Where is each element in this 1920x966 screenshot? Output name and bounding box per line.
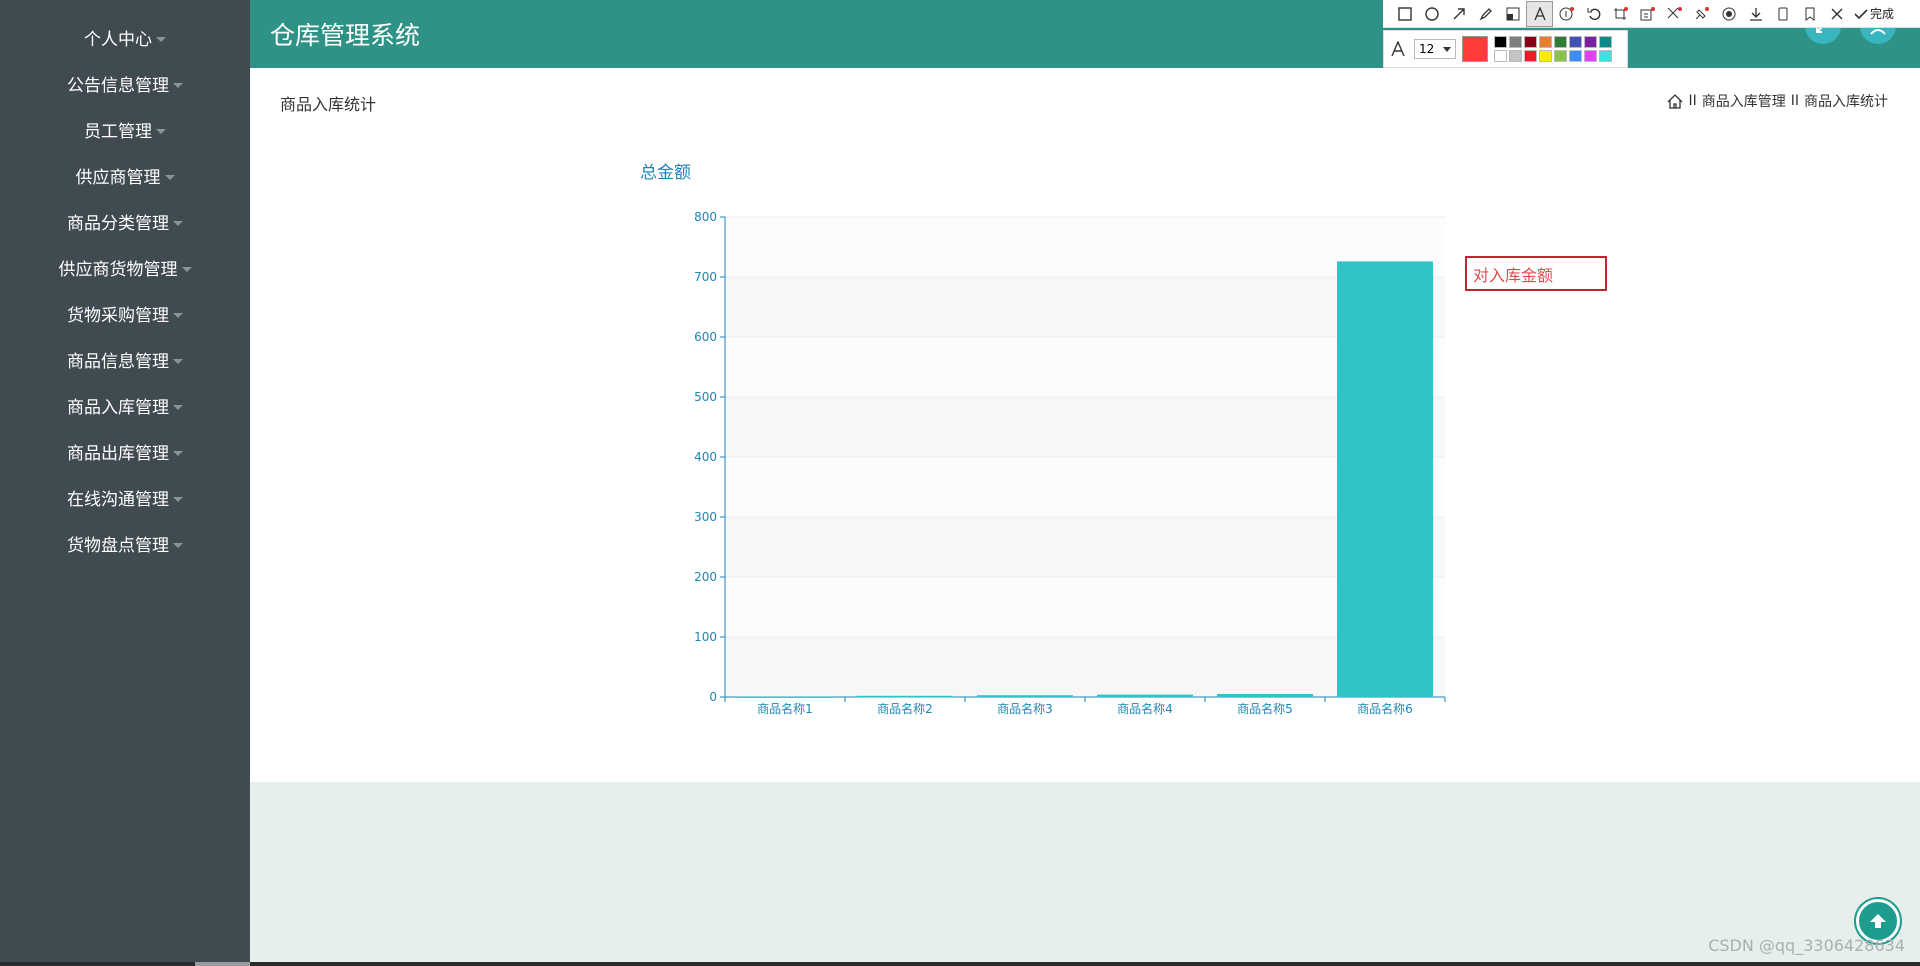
y-tick-label: 700: [694, 270, 717, 284]
bar: [1097, 694, 1193, 697]
y-tick-label: 800: [694, 210, 717, 224]
y-tick-label: 500: [694, 390, 717, 404]
bar: [1337, 261, 1433, 697]
x-tick-label: 商品名称6: [1357, 701, 1413, 716]
x-tick-label: 商品名称2: [877, 701, 933, 716]
bar-chart: 0 100 200 300 400 500 600 700 800 商品名称1 商品名称2 商品名称3…: [694, 210, 1446, 716]
arrow-up-icon: [1870, 914, 1886, 928]
horizontal-scrollbar[interactable]: [0, 962, 1920, 966]
annotation-textbox[interactable]: 对入库金额: [1465, 256, 1607, 291]
x-tick-label: 商品名称1: [757, 701, 813, 716]
bar: [977, 695, 1073, 697]
x-tick-label: 商品名称5: [1237, 701, 1293, 716]
x-tick-label: 商品名称3: [997, 701, 1053, 716]
y-tick-label: 0: [709, 690, 717, 704]
bar: [857, 695, 953, 698]
scrollbar-thumb[interactable]: [195, 962, 250, 966]
y-tick-label: 400: [694, 450, 717, 464]
y-tick-label: 300: [694, 510, 717, 524]
annotation-text: 对入库金额: [1473, 265, 1554, 285]
bar: [737, 696, 833, 698]
y-tick-label: 600: [694, 330, 717, 344]
y-tick-label: 200: [694, 570, 717, 584]
bar: [1217, 694, 1313, 697]
x-tick-label: 商品名称4: [1117, 701, 1173, 716]
y-tick-label: 100: [694, 630, 717, 644]
watermark: CSDN @qq_3306428634: [1708, 936, 1905, 955]
